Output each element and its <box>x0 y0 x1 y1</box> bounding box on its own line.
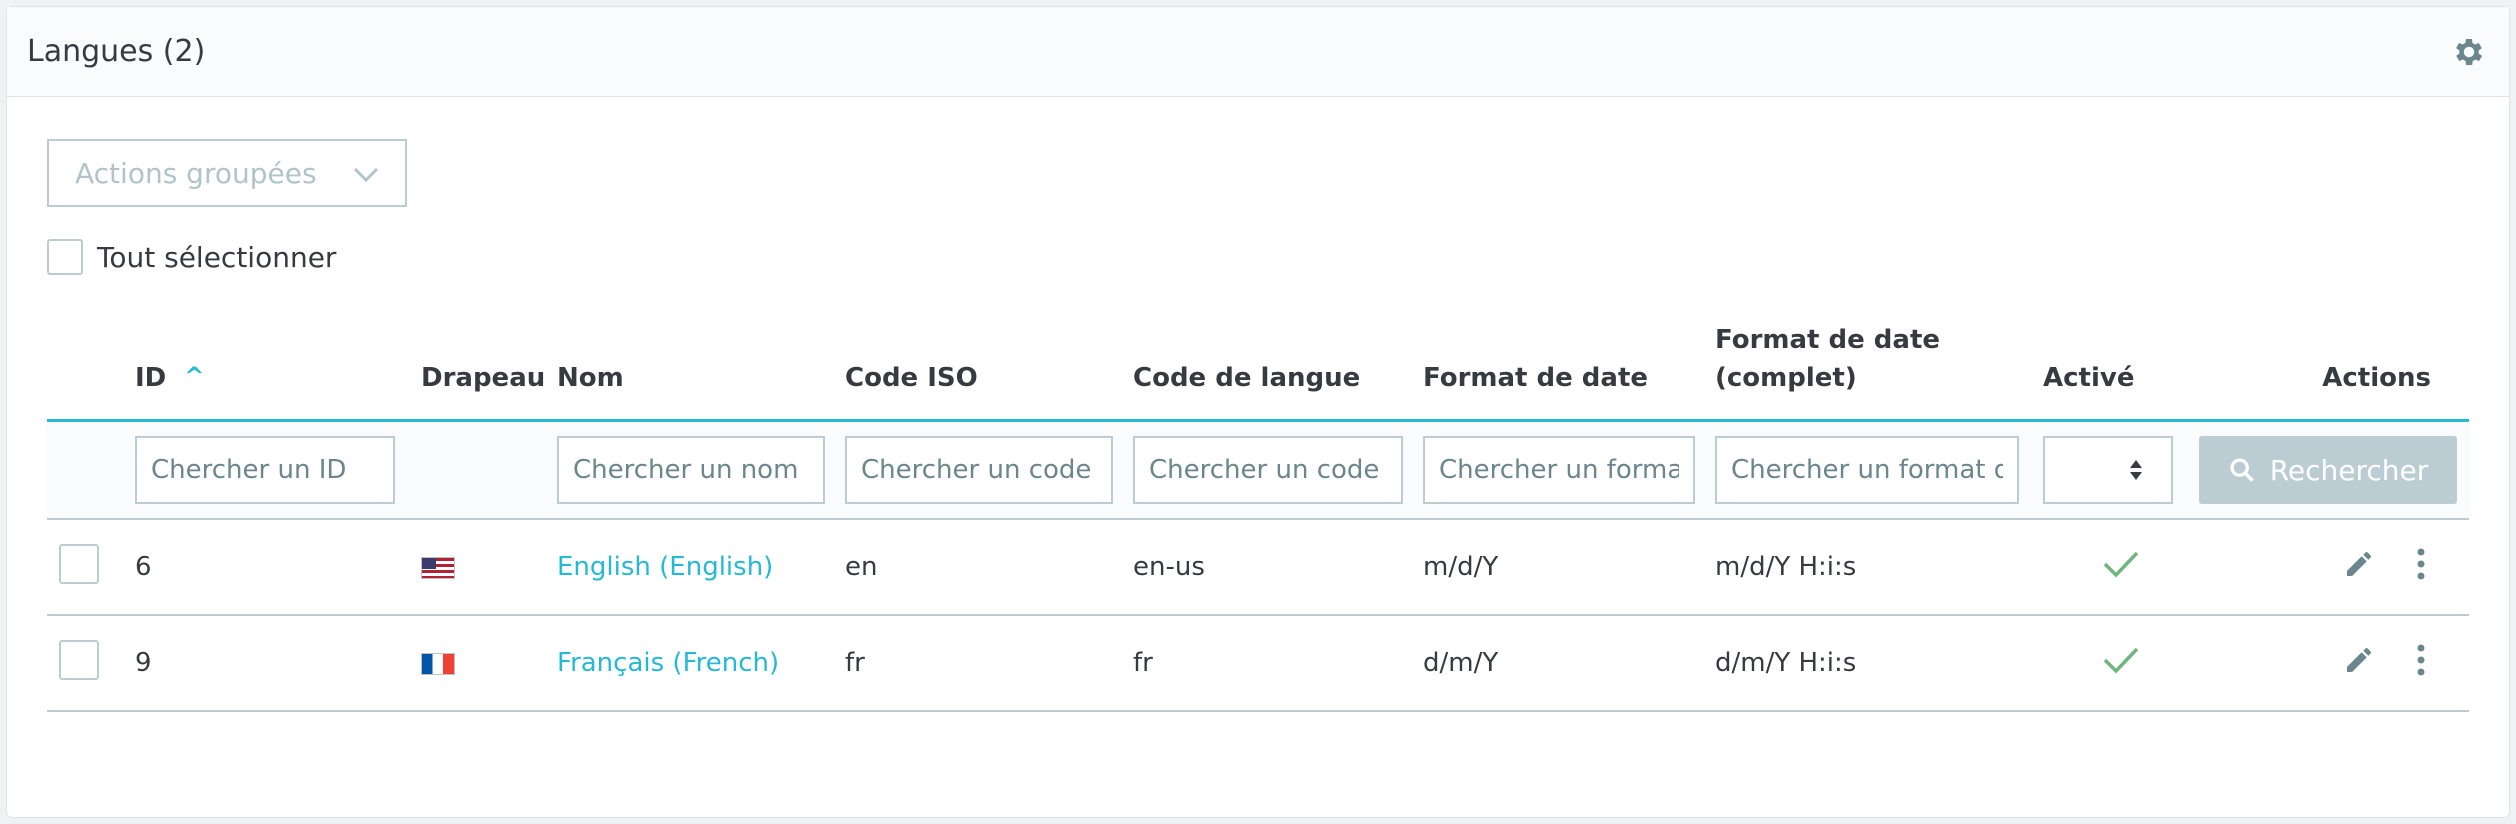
row-id: 6 <box>135 519 421 616</box>
check-icon[interactable] <box>2101 551 2141 587</box>
us-flag-icon <box>421 556 455 579</box>
filter-lang-code-input[interactable] <box>1133 436 1403 504</box>
row-date-full: m/d/Y H:i:s <box>1715 519 2043 616</box>
filter-active-select[interactable] <box>2043 436 2173 504</box>
table-row: 9 Français (French) fr fr d/m/Y d/m/Y H:… <box>47 615 2469 712</box>
gear-icon[interactable] <box>2449 32 2489 72</box>
bulk-actions-dropdown[interactable]: Actions groupées <box>47 139 407 207</box>
filter-row: Rechercher <box>47 420 2469 520</box>
col-lang-code[interactable]: Code de langue <box>1133 297 1423 422</box>
row-iso: fr <box>845 615 1133 712</box>
edit-pencil-icon[interactable] <box>2343 644 2375 683</box>
filter-id-input[interactable] <box>135 436 395 504</box>
col-id[interactable]: ID ^ <box>135 297 421 422</box>
page-title: Langues (2) <box>27 34 206 69</box>
col-select <box>47 297 135 422</box>
language-name-link[interactable]: English (English) <box>557 552 773 582</box>
row-date-format: m/d/Y <box>1423 519 1715 616</box>
check-icon[interactable] <box>2101 647 2141 683</box>
col-name[interactable]: Nom <box>557 297 845 422</box>
row-lang-code: en-us <box>1133 519 1423 616</box>
select-arrows-icon <box>2130 460 2142 480</box>
languages-table: ID ^ Drapeau Nom Code ISO Code de langue … <box>47 297 2469 712</box>
filter-name-input[interactable] <box>557 436 825 504</box>
select-all-label: Tout sélectionner <box>97 240 337 274</box>
col-actions: Actions <box>2199 297 2469 422</box>
language-name-link[interactable]: Français (French) <box>557 648 779 678</box>
col-flag: Drapeau <box>421 297 557 422</box>
search-icon <box>2230 458 2254 482</box>
row-lang-code: fr <box>1133 615 1423 712</box>
more-vertical-icon[interactable] <box>2415 642 2427 685</box>
row-date-full: d/m/Y H:i:s <box>1715 615 2043 712</box>
more-vertical-icon[interactable] <box>2415 546 2427 589</box>
select-all[interactable]: Tout sélectionner <box>47 239 336 275</box>
col-date-format[interactable]: Format de date <box>1423 297 1715 422</box>
row-iso: en <box>845 519 1133 616</box>
chevron-down-icon <box>353 157 379 190</box>
bulk-actions-label: Actions groupées <box>75 156 317 190</box>
filter-iso-input[interactable] <box>845 436 1113 504</box>
row-checkbox[interactable] <box>59 543 99 584</box>
languages-card: Langues (2) Actions groupées Tout sélect… <box>6 6 2510 818</box>
search-button[interactable]: Rechercher <box>2199 436 2457 504</box>
col-iso[interactable]: Code ISO <box>845 297 1133 422</box>
table-row: 6 English (English) en en-us m/d/Y m/d/Y… <box>47 519 2469 616</box>
fr-flag-icon <box>421 652 455 675</box>
filter-date-format-input[interactable] <box>1423 436 1695 504</box>
card-header: Langues (2) <box>7 7 2509 97</box>
filter-date-full-input[interactable] <box>1715 436 2019 504</box>
col-date-full[interactable]: Format de date (complet) <box>1715 297 2043 422</box>
row-date-format: d/m/Y <box>1423 615 1715 712</box>
row-id: 9 <box>135 615 421 712</box>
select-all-checkbox[interactable] <box>47 239 83 275</box>
edit-pencil-icon[interactable] <box>2343 548 2375 587</box>
sort-up-icon[interactable]: ^ <box>184 357 204 395</box>
row-checkbox[interactable] <box>59 639 99 680</box>
col-active[interactable]: Activé <box>2043 297 2199 422</box>
